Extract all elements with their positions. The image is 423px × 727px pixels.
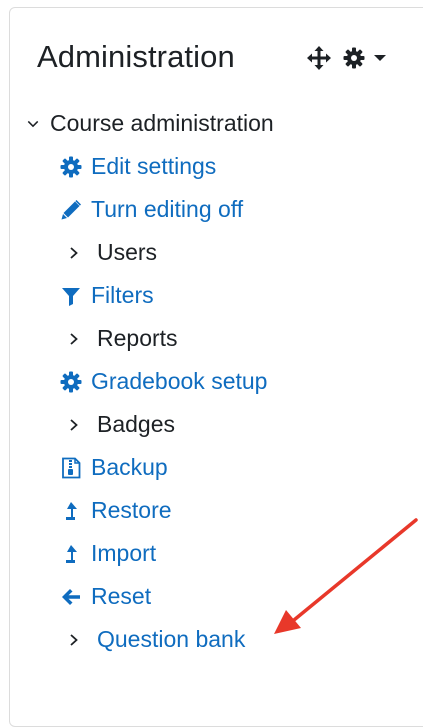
tree-item-label: Turn editing off — [91, 196, 244, 222]
filter-icon — [60, 285, 82, 307]
chevron-right-icon — [68, 418, 80, 432]
move-arrows-icon[interactable] — [306, 45, 332, 71]
gear-icon — [60, 156, 82, 178]
tree-item-reset[interactable]: Reset — [60, 575, 151, 618]
block-title: Administration — [37, 39, 235, 74]
tree-item-gradebook-setup[interactable]: Gradebook setup — [60, 360, 267, 403]
tree-item-label: Question bank — [97, 626, 246, 652]
tree-item-badges[interactable]: Badges — [68, 403, 175, 446]
tree-item-backup[interactable]: Backup — [60, 446, 168, 489]
tree-item-restore[interactable]: Restore — [60, 489, 172, 532]
tree-root-course-administration[interactable]: Course administration — [27, 102, 274, 145]
tree-item-label: Gradebook setup — [91, 368, 268, 394]
tree-item-turn-editing-off[interactable]: Turn editing off — [60, 188, 243, 231]
block-controls — [306, 45, 387, 71]
gear-icon[interactable] — [343, 47, 365, 69]
chevron-right-icon — [68, 633, 80, 647]
tree-item-filters[interactable]: Filters — [60, 274, 154, 317]
chevron-down-icon — [27, 117, 39, 131]
tree-item-label: Reset — [91, 583, 152, 609]
tree-root-label: Course administration — [50, 110, 274, 136]
tree-item-label: Badges — [97, 411, 176, 437]
block-header: Administration — [10, 8, 423, 104]
arrow-left-icon — [60, 586, 82, 608]
chevron-right-icon — [68, 332, 80, 346]
pencil-icon — [60, 199, 82, 221]
tree-item-import[interactable]: Import — [60, 532, 156, 575]
tree-item-label: Reports — [97, 325, 178, 351]
tree-item-label: Import — [91, 540, 157, 566]
gear-icon — [60, 371, 82, 393]
backup-file-icon — [60, 457, 82, 479]
tree-item-label: Filters — [91, 282, 154, 308]
tree-item-label: Users — [97, 239, 158, 265]
tree-item-label: Edit settings — [91, 153, 217, 179]
tree-item-label: Backup — [91, 454, 168, 480]
tree-item-question-bank[interactable]: Question bank — [68, 618, 245, 661]
upload-arrow-icon — [60, 543, 82, 565]
caret-down-icon[interactable] — [373, 53, 387, 63]
upload-arrow-icon — [60, 500, 82, 522]
tree-item-edit-settings[interactable]: Edit settings — [60, 145, 216, 188]
chevron-right-icon — [68, 246, 80, 260]
tree-item-reports[interactable]: Reports — [68, 317, 178, 360]
tree-item-users[interactable]: Users — [68, 231, 157, 274]
tree-item-label: Restore — [91, 497, 172, 523]
